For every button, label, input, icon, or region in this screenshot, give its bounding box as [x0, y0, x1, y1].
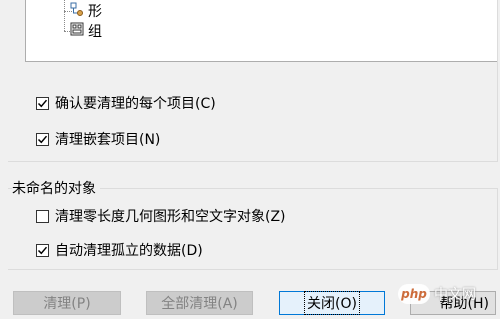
purge-button[interactable]: 清理(P) [13, 291, 121, 315]
checkmark-icon [37, 135, 48, 143]
checkmark-icon [37, 246, 48, 254]
zero-length-checkbox[interactable] [36, 209, 49, 223]
zero-length-label: 清理零长度几何图形和空文字对象(Z) [55, 209, 286, 225]
purge-nested-option[interactable]: 清理嵌套项目(N) [36, 129, 160, 149]
confirm-each-option[interactable]: 确认要清理的每个项目(C) [36, 93, 216, 113]
purge-button-label: 清理(P) [43, 296, 91, 312]
zero-length-option[interactable]: 清理零长度几何图形和空文字对象(Z) [36, 206, 286, 226]
site-watermark: php 中文网 [398, 284, 476, 304]
close-button[interactable]: 关闭(O) [279, 291, 385, 315]
php-logo-icon: php [398, 284, 430, 304]
close-button-label: 关闭(O) [304, 291, 360, 315]
purge-all-button-label: 全部清理(A) [161, 296, 238, 312]
watermark-text: 中文网 [434, 287, 476, 303]
purge-nested-checkbox[interactable] [36, 132, 49, 146]
confirm-each-label: 确认要清理的每个项目(C) [55, 96, 216, 112]
checkmark-icon [37, 99, 48, 107]
purge-nested-label: 清理嵌套项目(N) [55, 132, 161, 148]
orphaned-data-checkbox[interactable] [36, 243, 49, 257]
confirm-each-checkbox[interactable] [36, 96, 49, 110]
orphaned-data-label: 自动清理孤立的数据(D) [55, 243, 203, 259]
purge-all-button[interactable]: 全部清理(A) [146, 291, 253, 315]
unnamed-objects-title: 未命名的对象 [12, 178, 100, 198]
orphaned-data-option[interactable]: 自动清理孤立的数据(D) [36, 240, 203, 260]
